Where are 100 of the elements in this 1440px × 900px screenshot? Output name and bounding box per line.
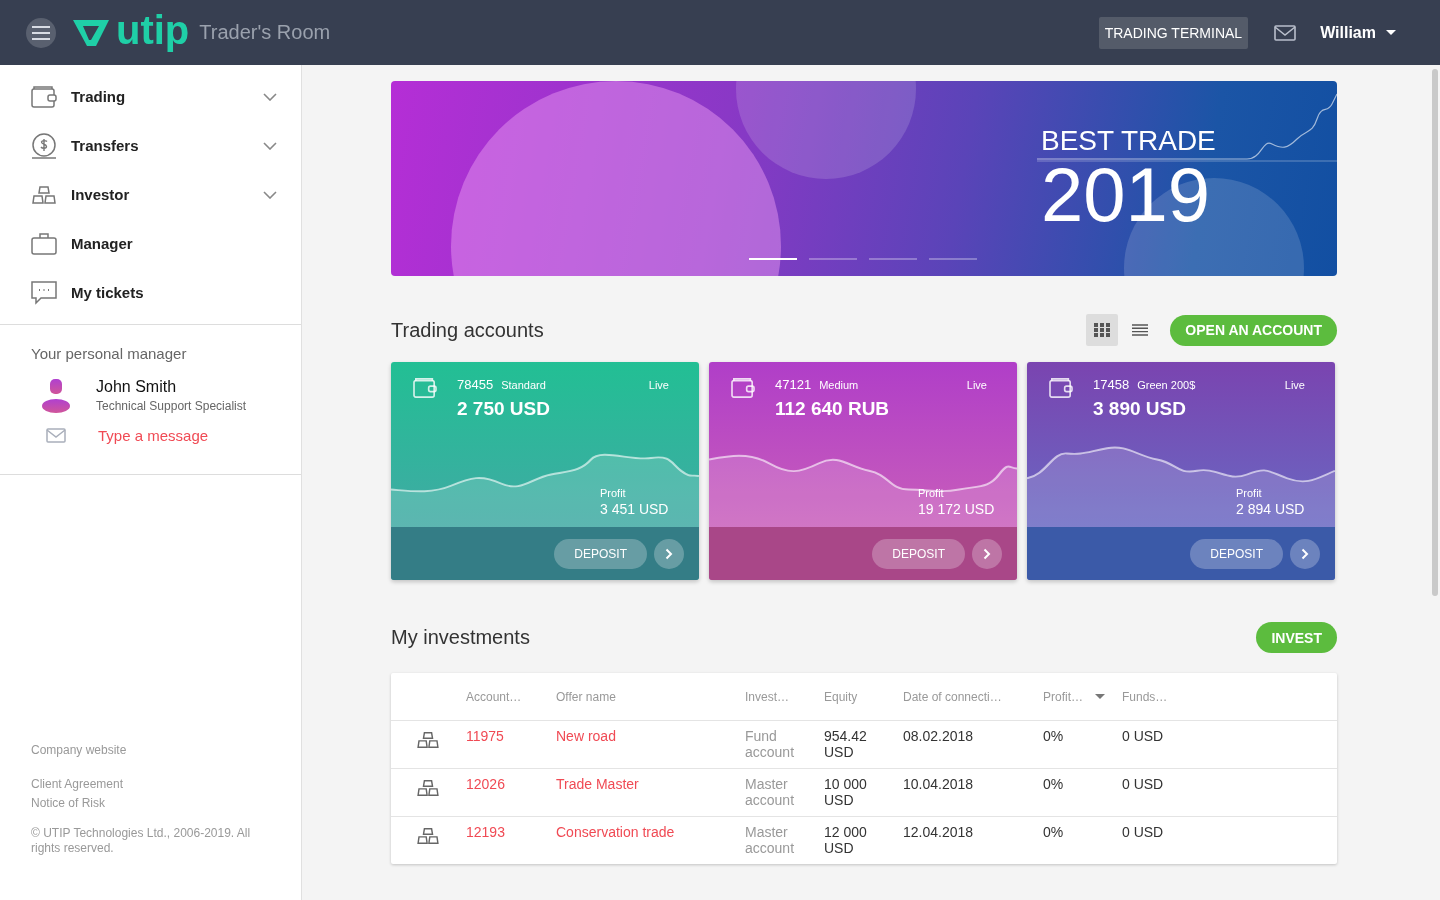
chevron-right-icon [983,547,991,560]
table-cell-text: 0% [1043,728,1065,746]
column-header[interactable]: Funds… [1122,689,1168,704]
table-cell-text: Master account [745,776,796,810]
sort-caret-icon [1095,694,1105,699]
account-link[interactable]: 11975 [466,728,504,744]
deposit-button[interactable]: DEPOSIT [554,538,647,569]
column-header[interactable]: Invest… [745,689,789,704]
chevron-icon [263,190,277,199]
nav-item[interactable]: My tickets [0,268,301,317]
nav-item[interactable]: Transfers [0,121,301,170]
chevron-right-icon [665,547,673,560]
menu-icon [32,25,50,40]
status-label: Live [648,379,669,391]
manager-name: John Smith [96,378,178,396]
coin-icon [31,132,57,159]
table-cell-text: 0% [1043,776,1065,794]
app-title: Trader's Room [199,21,331,44]
column-header[interactable]: Profit… [1043,689,1105,704]
stacked-blocks-icon [31,184,57,205]
arrow-button[interactable] [1290,538,1320,569]
status-label: Live [966,379,987,391]
table-cell-text: 08.02.2018 [903,728,975,746]
profit-value: 19 172 USD [918,501,996,517]
table-cell-text: 0 USD [1122,824,1165,842]
section-title: Trading accounts [391,318,544,342]
table-cell-text: 10 000 USD [824,776,868,810]
banner-heading: BEST TRADE [1041,127,1216,155]
table-cell-text: 954.42 USD [824,728,868,762]
caret-icon [1386,29,1396,36]
column-header[interactable]: Equity [824,689,858,704]
table-cell-text: 12 000 USD [824,824,868,858]
column-header[interactable]: Offer name [556,689,616,704]
table-cell-text: 0 USD [1122,728,1165,746]
arrow-button[interactable] [654,538,684,569]
chevron-icon [263,92,277,101]
trading-terminal-button[interactable]: TRADING TERMINAL [1098,16,1249,49]
offer-link[interactable]: Trade Master [556,776,639,792]
logo-icon [72,17,110,48]
invest-button[interactable]: INVEST [1256,622,1337,653]
account-type: Green 200$ [1137,379,1196,391]
account-number: 47121 [775,377,812,392]
footer-link[interactable]: Company website [31,741,127,760]
status-label: Live [1284,379,1305,391]
grid-view-button[interactable] [1086,314,1119,346]
wallet-icon [413,377,437,399]
column-header[interactable]: Date of connecti… [903,689,1002,704]
profit-label: Profit [1236,487,1263,499]
wallet-icon [1049,377,1073,399]
copyright-text: © UTIP Technologies Ltd., 2006-2019. All rights reserved. [31,826,252,856]
logo-text: utip [116,9,190,50]
offer-link[interactable]: Conservation trade [556,824,675,840]
nav-item[interactable]: Trading [0,72,301,121]
deposit-button[interactable]: DEPOSIT [1190,538,1283,569]
stacked-blocks-icon [416,779,440,797]
stacked-blocks-icon [416,731,440,749]
grid-icon [1094,323,1111,337]
footer-link[interactable]: Notice of Risk [31,794,106,813]
profit-value: 3 451 USD [600,501,670,517]
account-balance: 2 750 USD [457,398,551,420]
account-link[interactable]: 12026 [466,776,505,792]
table-cell-text: 0% [1043,824,1065,842]
profit-label: Profit [600,487,627,499]
arrow-button[interactable] [972,538,1002,569]
account-type: Standard [501,379,546,391]
scrollbar[interactable] [1432,69,1438,596]
table-cell-text: Master account [745,824,796,858]
banner-year: 2019 [1041,157,1212,233]
account-type: Medium [819,379,859,391]
open-account-button[interactable]: OPEN AN ACCOUNT [1170,314,1337,346]
table-cell-text: 10.04.2018 [903,776,975,794]
menu-button[interactable] [26,17,56,48]
chat-icon [31,280,57,305]
section-heading: Your personal manager [31,345,188,362]
section-title: My investments [391,626,530,649]
user-menu[interactable]: William [1314,22,1402,43]
table-cell-text: Fund account [745,728,796,762]
chevron-icon [263,141,277,150]
deposit-button[interactable]: DEPOSIT [872,538,965,569]
list-icon [1132,324,1149,336]
account-link[interactable]: 12193 [466,824,505,840]
offer-link[interactable]: New road [556,728,616,744]
manager-role: Technical Support Specialist [96,399,247,413]
column-header[interactable]: Account… [466,689,522,704]
briefcase-icon [31,232,57,255]
chevron-right-icon [1301,547,1309,560]
stacked-blocks-icon [416,827,440,845]
nav-item[interactable]: Manager [0,219,301,268]
account-balance: 3 890 USD [1093,398,1187,420]
footer-link[interactable]: Client Agreement [31,775,124,794]
account-balance: 112 640 RUB [775,398,891,420]
table-cell-text: 0 USD [1122,776,1165,794]
mail-icon[interactable] [1274,24,1297,41]
nav-item[interactable]: Investor [0,170,301,219]
mail-icon [46,428,66,443]
account-number: 78455 [457,377,494,392]
person-icon [42,378,70,413]
message-link[interactable]: Type a message [98,427,209,444]
table-cell-text: 12.04.2018 [903,824,975,842]
account-number: 17458 [1093,377,1130,392]
